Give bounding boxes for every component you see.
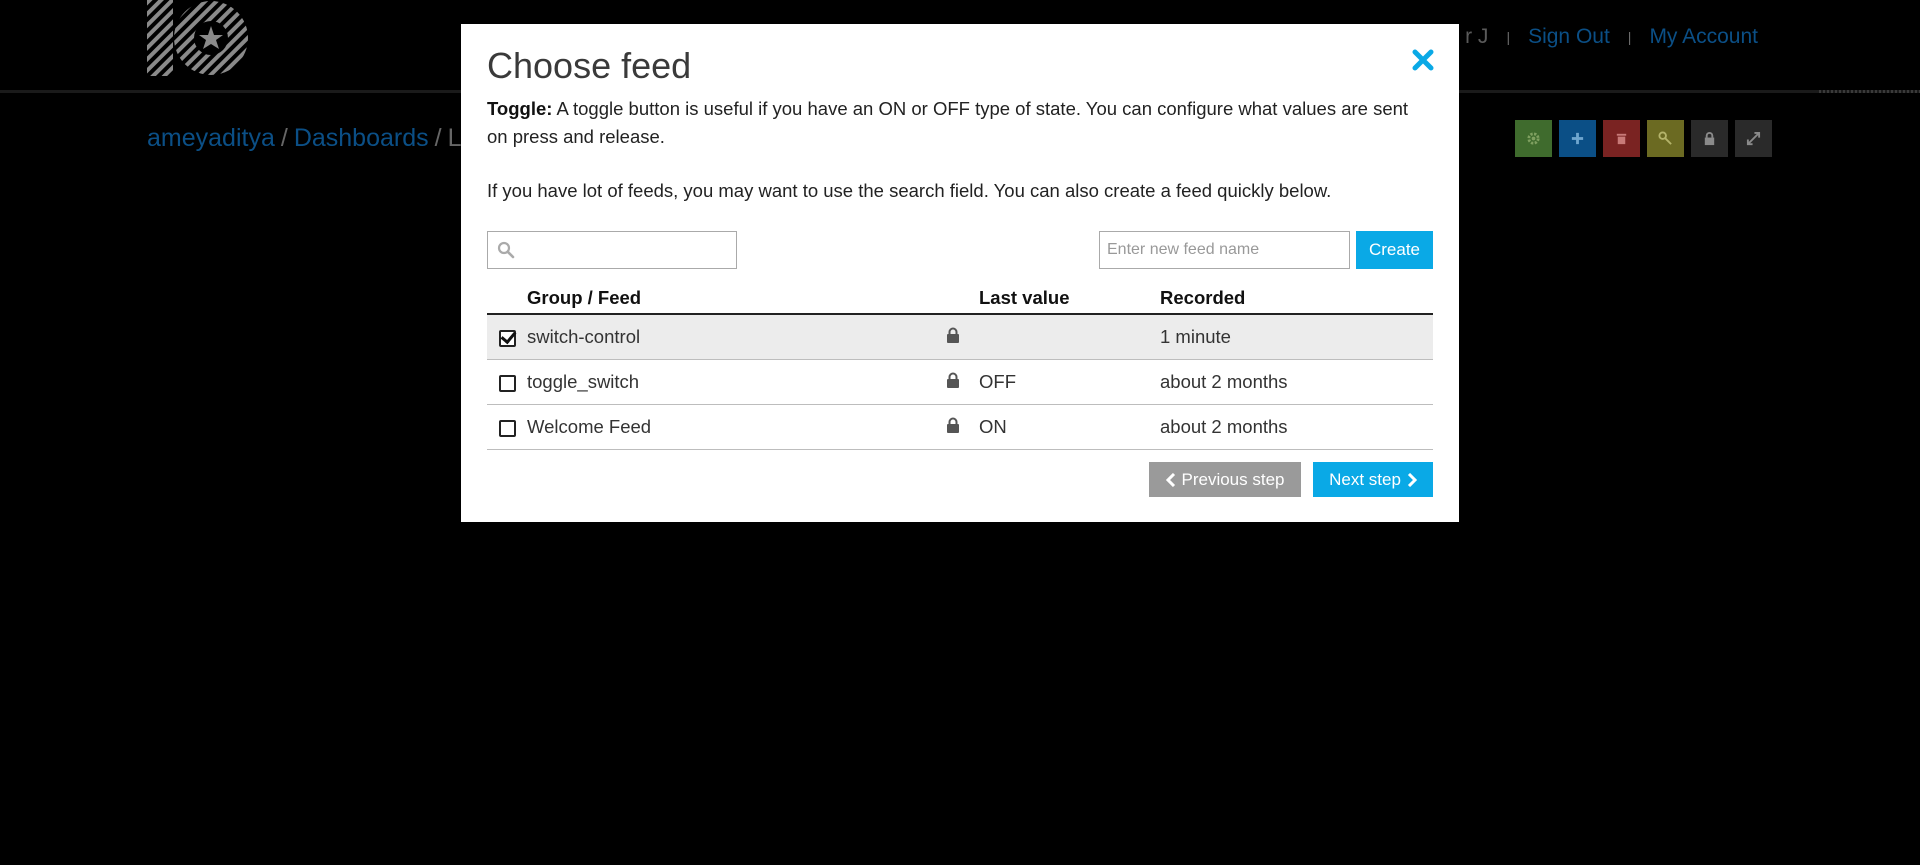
user-name: r J <box>1465 25 1489 48</box>
lock-icon <box>1704 132 1715 146</box>
nav-separator: | <box>1627 29 1632 45</box>
sign-out-link[interactable]: Sign Out <box>1528 25 1610 49</box>
table-row[interactable]: Welcome Feed ON about 2 months <box>487 404 1433 451</box>
feed-last-value: ON <box>979 404 1160 451</box>
breadcrumb-dashboards[interactable]: Dashboards <box>294 124 429 153</box>
lock-icon <box>947 372 959 389</box>
new-feed-name-input[interactable] <box>1099 231 1350 270</box>
fullscreen-button[interactable] <box>1735 120 1772 157</box>
nav-separator: | <box>1506 29 1511 45</box>
search-hint: If you have lot of feeds, you may want t… <box>487 180 1332 202</box>
expand-icon <box>1746 131 1761 146</box>
gear-icon <box>1527 132 1540 145</box>
close-button[interactable] <box>1409 46 1437 74</box>
modal-title: Choose feed <box>487 45 692 86</box>
toggle-description: A toggle button is useful if you have an… <box>487 98 1409 148</box>
breadcrumb-separator: / <box>434 124 442 152</box>
feed-checkbox[interactable] <box>498 329 516 347</box>
toggle-label: Toggle: <box>487 98 553 120</box>
key-icon <box>1658 131 1672 145</box>
user-nav: r J | Sign Out | My Account <box>1465 25 1758 49</box>
lock-icon <box>947 417 959 434</box>
feed-controls: Create <box>487 231 1433 271</box>
feed-name: switch-control <box>527 314 927 361</box>
previous-step-button[interactable]: Previous step <box>1149 462 1301 497</box>
choose-feed-modal: Choose feed Toggle: A toggle button is u… <box>461 24 1459 522</box>
feed-checkbox[interactable] <box>498 374 516 392</box>
next-step-label: Next step <box>1329 469 1401 489</box>
group-feed-column-header: Group / Feed <box>527 283 927 316</box>
lock-column-header <box>927 283 979 316</box>
breadcrumb: ameyaditya / Dashboards / L <box>147 124 461 153</box>
add-block-button[interactable] <box>1559 120 1596 157</box>
table-header-row: Group / Feed Last value Recorded <box>487 283 1433 316</box>
feed-checkbox[interactable] <box>498 419 516 437</box>
next-step-button[interactable]: Next step <box>1313 462 1433 497</box>
trash-icon <box>1616 133 1627 145</box>
search-box[interactable] <box>487 231 737 270</box>
adafruit-io-logo[interactable] <box>147 0 249 76</box>
dashboard-toolbar <box>1515 120 1772 157</box>
plus-icon <box>1571 132 1584 145</box>
feed-last-value: OFF <box>979 359 1160 406</box>
feeds-table: Group / Feed Last value Recorded switch-… <box>487 283 1433 451</box>
breadcrumb-separator: / <box>280 124 288 152</box>
lock-icon <box>947 327 959 344</box>
search-input[interactable] <box>522 234 726 267</box>
dashboard-key-button[interactable] <box>1647 120 1684 157</box>
feed-name: Welcome Feed <box>527 404 927 451</box>
delete-dashboard-button[interactable] <box>1603 120 1640 157</box>
breadcrumb-user[interactable]: ameyaditya <box>147 124 275 153</box>
chevron-left-icon <box>1165 472 1175 487</box>
feed-recorded: about 2 months <box>1160 404 1433 451</box>
recorded-column-header: Recorded <box>1160 283 1433 316</box>
checkbox-column-header <box>487 283 527 316</box>
table-row[interactable]: switch-control 1 minute <box>487 314 1433 361</box>
block-description: Toggle: A toggle button is useful if you… <box>487 95 1433 151</box>
header-divider-dots <box>1819 90 1920 93</box>
chevron-right-icon <box>1407 472 1417 487</box>
search-icon <box>497 242 515 259</box>
create-feed-button[interactable]: Create <box>1356 231 1433 270</box>
modal-footer: Previous step Next step <box>1149 462 1433 497</box>
feed-last-value <box>979 314 1160 361</box>
dashboard-settings-button[interactable] <box>1515 120 1552 157</box>
dashboard-lock-button[interactable] <box>1691 120 1728 157</box>
table-row[interactable]: toggle_switch OFF about 2 months <box>487 359 1433 406</box>
last-value-column-header: Last value <box>979 283 1160 316</box>
close-icon <box>1412 49 1434 71</box>
feed-name: toggle_switch <box>527 359 927 406</box>
my-account-link[interactable]: My Account <box>1649 25 1758 49</box>
breadcrumb-current: L <box>447 124 462 152</box>
feed-recorded: about 2 months <box>1160 359 1433 406</box>
previous-step-label: Previous step <box>1181 469 1285 489</box>
feed-recorded: 1 minute <box>1160 314 1433 361</box>
